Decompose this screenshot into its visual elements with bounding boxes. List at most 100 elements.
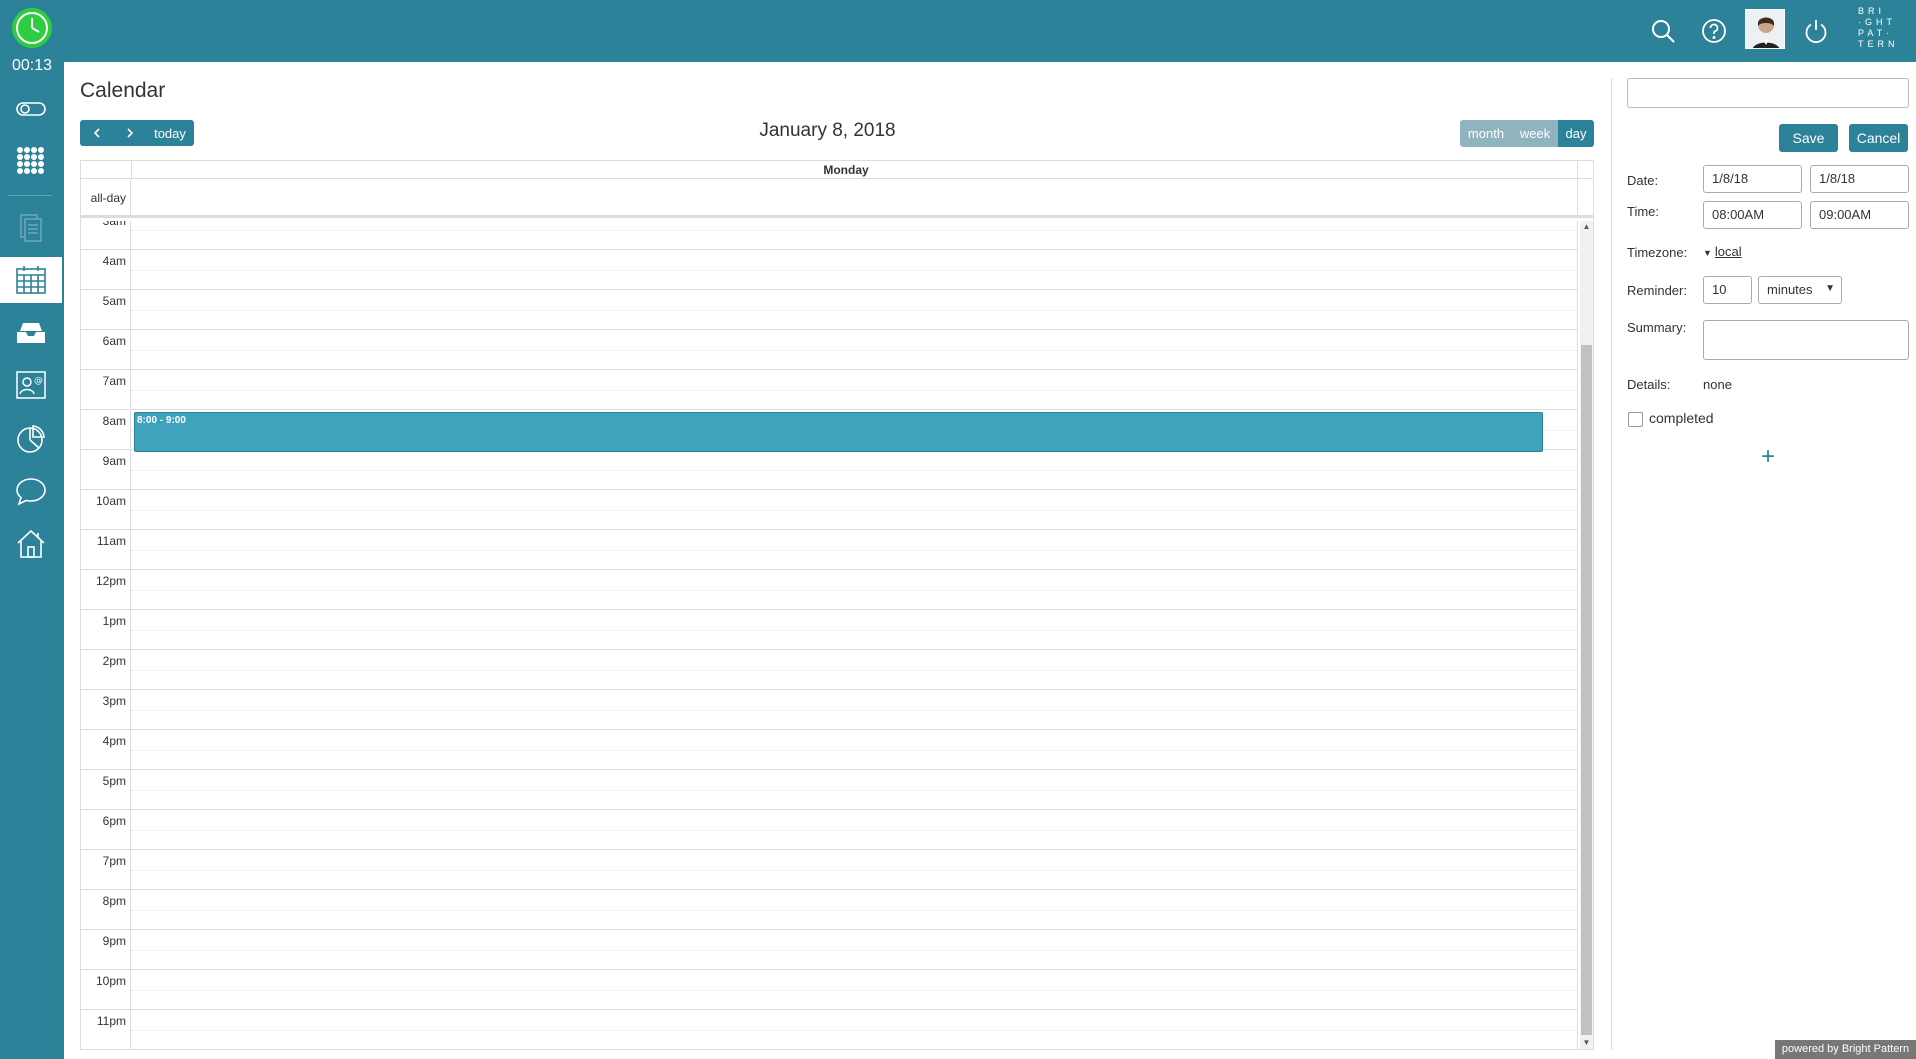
prev-button[interactable]: [80, 120, 113, 146]
top-bar: BRI ·GHT PAT· TERN: [0, 0, 1916, 62]
sidebar-item-home[interactable]: [0, 521, 62, 567]
reminder-amount-field[interactable]: 10: [1703, 276, 1752, 304]
half-hour-line: [131, 510, 1577, 511]
hour-row[interactable]: 8pm: [81, 889, 1577, 930]
half-hour-line: [131, 710, 1577, 711]
view-week-button[interactable]: week: [1512, 120, 1558, 147]
hour-row[interactable]: 6pm: [81, 809, 1577, 850]
chat-bubble-icon: [16, 478, 46, 506]
sidebar-item-chat[interactable]: [0, 468, 62, 514]
calendar-event[interactable]: 8:00 - 9:00: [134, 412, 1543, 452]
sidebar-item-dialpad[interactable]: [0, 138, 62, 184]
completed-checkbox[interactable]: [1628, 412, 1643, 427]
search-icon[interactable]: [1644, 12, 1682, 50]
hour-row[interactable]: 12pm: [81, 569, 1577, 610]
next-button[interactable]: [113, 120, 146, 146]
hour-row[interactable]: 10am: [81, 489, 1577, 530]
add-button[interactable]: +: [1756, 442, 1780, 472]
half-hour-line: [131, 270, 1577, 271]
sidebar-item-contacts[interactable]: @: [0, 362, 62, 408]
calendar-header: Monday: [81, 161, 1593, 179]
half-hour-line: [131, 830, 1577, 831]
hour-label: 2pm: [81, 650, 131, 690]
hour-row[interactable]: 11pm: [81, 1009, 1577, 1049]
today-button[interactable]: today: [146, 120, 194, 146]
sidebar-item-status-toggle[interactable]: [0, 86, 62, 132]
vertical-scrollbar[interactable]: ▲ ▼: [1580, 221, 1593, 1049]
all-day-label: all-day: [81, 179, 131, 217]
hour-row[interactable]: 4pm: [81, 729, 1577, 770]
details-value[interactable]: none: [1703, 377, 1732, 392]
view-switcher: month week day: [1460, 120, 1594, 147]
column-divider: [1577, 161, 1578, 179]
avatar[interactable]: [1745, 9, 1785, 49]
start-time-field[interactable]: 08:00AM: [1703, 201, 1802, 229]
hour-row[interactable]: 3pm: [81, 689, 1577, 730]
hour-label: 11pm: [81, 1010, 131, 1049]
timezone-selector[interactable]: ▼ local: [1703, 244, 1742, 259]
hour-row[interactable]: 4am: [81, 249, 1577, 290]
reminder-unit-value: minutes: [1767, 282, 1813, 297]
view-day-button[interactable]: day: [1558, 120, 1594, 147]
sidebar-item-calendar[interactable]: [0, 257, 62, 303]
chevron-left-icon: [93, 128, 100, 138]
event-title-input[interactable]: [1627, 78, 1909, 108]
svg-text:@: @: [34, 376, 43, 386]
half-hour-line: [131, 1030, 1577, 1031]
power-icon[interactable]: [1797, 12, 1835, 50]
scroll-thumb[interactable]: [1581, 345, 1592, 1035]
summary-label: Summary:: [1627, 320, 1687, 335]
logo-line: ·GHT: [1858, 17, 1896, 27]
half-hour-line: [131, 350, 1577, 351]
date-heading: January 8, 2018: [759, 120, 896, 141]
reminder-unit-select[interactable]: minutes ▼: [1758, 276, 1842, 304]
sidebar-item-reports[interactable]: [0, 416, 62, 462]
hour-row[interactable]: 7pm: [81, 849, 1577, 890]
inbox-tray-icon: [17, 323, 45, 343]
all-day-row[interactable]: all-day: [81, 179, 1593, 218]
half-hour-line: [131, 230, 1577, 231]
hour-row[interactable]: 3am: [81, 221, 1577, 250]
help-icon[interactable]: [1695, 12, 1733, 50]
timezone-link[interactable]: local: [1715, 244, 1742, 259]
hour-row[interactable]: 10pm: [81, 969, 1577, 1010]
hour-row[interactable]: 2pm: [81, 649, 1577, 690]
dropdown-arrow-icon: ▼: [1825, 283, 1835, 294]
contact-card-icon: @: [16, 371, 46, 399]
toggle-icon: [16, 102, 46, 116]
time-grid[interactable]: 3am 4am 5am 6am 7am 8am 9am 10am 11am 12pm 1pm 2pm 3…: [81, 221, 1593, 1049]
end-time-field[interactable]: 09:00AM: [1810, 201, 1909, 229]
half-hour-line: [131, 790, 1577, 791]
logo-line: TERN: [1858, 39, 1899, 49]
hour-label: 1pm: [81, 610, 131, 650]
hour-row[interactable]: 5am: [81, 289, 1577, 330]
hour-row[interactable]: 11am: [81, 529, 1577, 570]
calendar-icon: [16, 266, 46, 294]
hour-row[interactable]: 6am: [81, 329, 1577, 370]
cancel-button[interactable]: Cancel: [1849, 124, 1908, 152]
hour-label: 3pm: [81, 690, 131, 730]
save-button[interactable]: Save: [1779, 124, 1838, 152]
sidebar-item-inbox[interactable]: [0, 310, 62, 356]
completed-label[interactable]: completed: [1649, 410, 1714, 426]
clock-icon[interactable]: [10, 6, 54, 50]
hour-row[interactable]: 9pm: [81, 929, 1577, 970]
half-hour-line: [131, 310, 1577, 311]
timezone-label: Timezone:: [1627, 245, 1688, 260]
end-date-field[interactable]: 1/8/18: [1810, 165, 1909, 193]
hour-row[interactable]: 9am: [81, 449, 1577, 490]
summary-textarea[interactable]: [1703, 320, 1909, 360]
hour-row[interactable]: 7am: [81, 369, 1577, 410]
hour-row[interactable]: 1pm: [81, 609, 1577, 650]
scroll-down-arrow-icon[interactable]: ▼: [1580, 1037, 1593, 1049]
half-hour-line: [131, 990, 1577, 991]
hour-label: 11am: [81, 530, 131, 570]
view-month-button[interactable]: month: [1460, 120, 1512, 147]
start-date-field[interactable]: 1/8/18: [1703, 165, 1802, 193]
sidebar-item-forms[interactable]: [0, 204, 62, 250]
hour-row[interactable]: 5pm: [81, 769, 1577, 810]
scroll-up-arrow-icon[interactable]: ▲: [1580, 221, 1593, 233]
half-hour-line: [131, 950, 1577, 951]
hour-label: 6pm: [81, 810, 131, 850]
hour-label: 10am: [81, 490, 131, 530]
